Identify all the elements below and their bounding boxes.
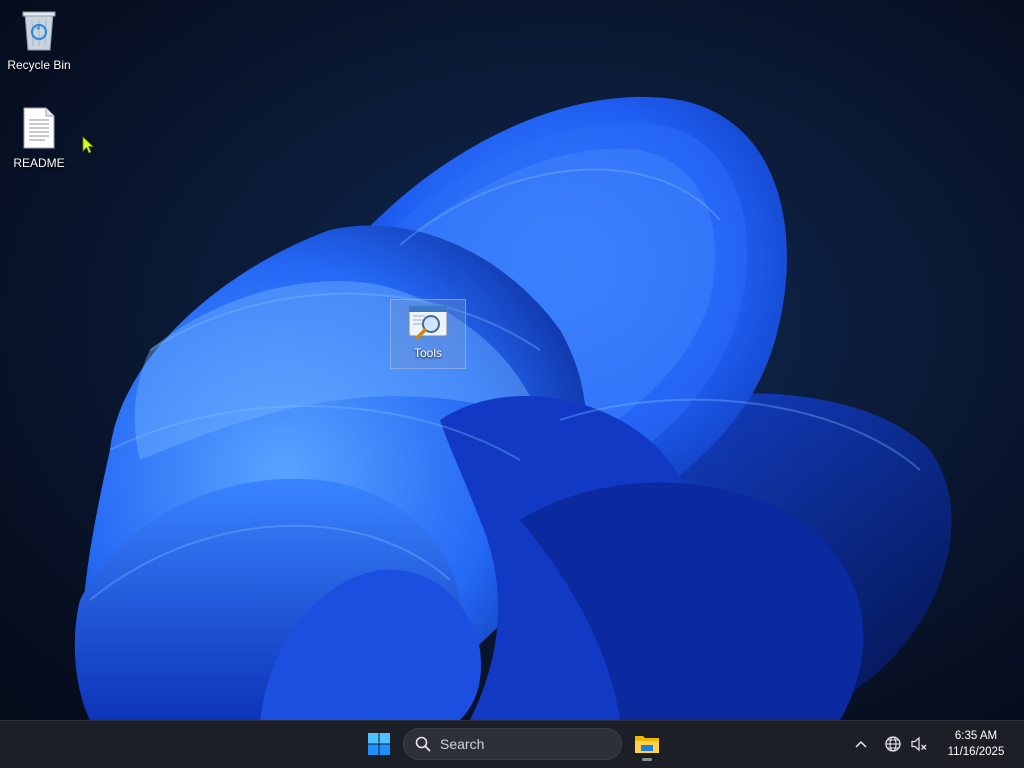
search-icon (415, 736, 431, 752)
desktop-icon-tools[interactable]: Tools (390, 299, 466, 369)
desktop-icon-readme[interactable]: README (1, 102, 77, 176)
taskbar-search-box[interactable]: Search (403, 728, 622, 760)
desktop-icon-label: Recycle Bin (7, 58, 71, 72)
desktop-icon-recycle-bin[interactable]: Recycle Bin (1, 4, 77, 78)
start-button[interactable] (362, 727, 396, 761)
recycle-bin-icon (22, 11, 56, 51)
taskbar-file-explorer-button[interactable] (630, 727, 664, 761)
desktop[interactable]: Recycle Bin README Tools (0, 0, 1024, 720)
text-document-icon (23, 107, 55, 149)
chevron-up-icon (855, 740, 867, 748)
taskbar: Search 6:35 AM 11/16/2025 (0, 720, 1024, 768)
taskbar-clock[interactable]: 6:35 AM 11/16/2025 (936, 728, 1016, 762)
wallpaper-bloom (74, 96, 952, 720)
clock-time: 6:35 AM (954, 730, 998, 742)
speaker-muted-icon (911, 736, 927, 752)
clock-date: 11/16/2025 (947, 746, 1005, 758)
show-hidden-icons-button[interactable] (850, 733, 872, 755)
tools-folder-icon (408, 305, 448, 340)
desktop-icon-label: Tools (413, 346, 442, 360)
network-status-button[interactable] (882, 733, 904, 755)
windows-logo-icon (368, 733, 390, 755)
search-placeholder: Search (440, 736, 485, 752)
desktop-icon-label: README (13, 156, 65, 170)
volume-button[interactable] (908, 733, 930, 755)
folder-icon (635, 736, 659, 753)
mouse-cursor-icon (82, 136, 94, 154)
running-indicator (642, 758, 652, 761)
globe-icon (885, 736, 901, 752)
